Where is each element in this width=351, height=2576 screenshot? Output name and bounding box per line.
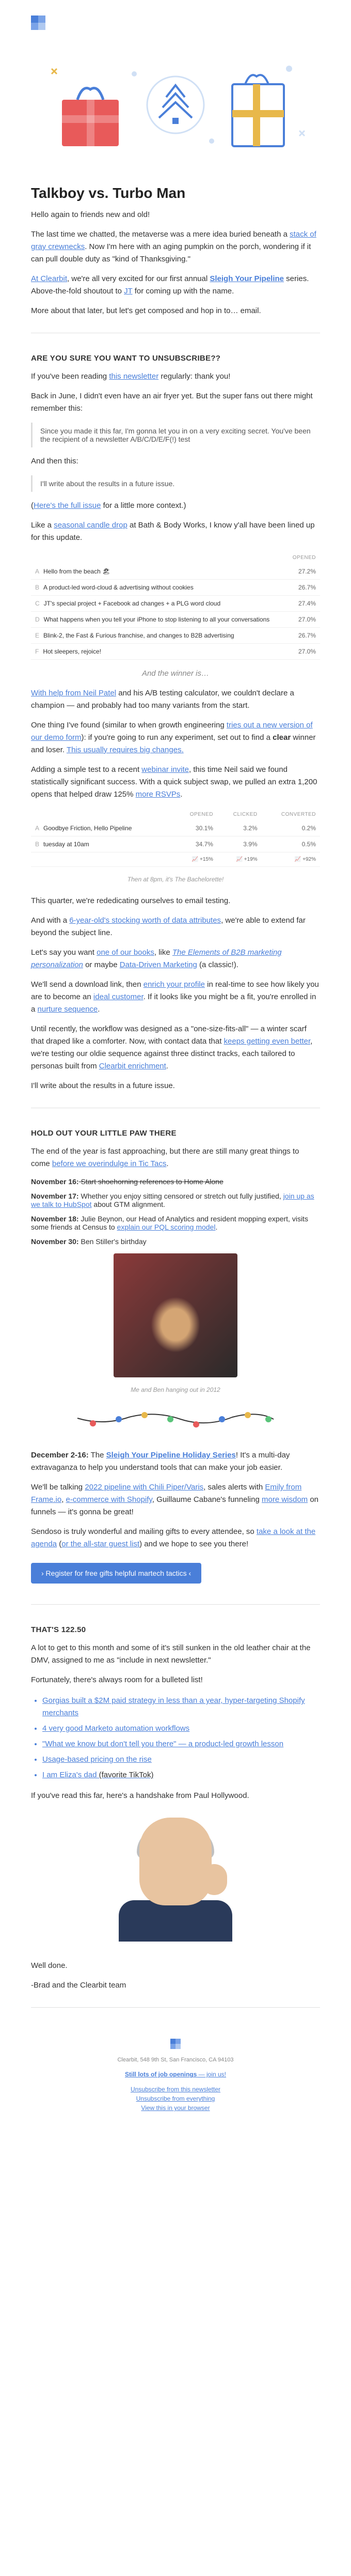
intro-p3: More about that later, but let's get com… (31, 305, 320, 317)
jt-link[interactable]: JT (124, 287, 132, 296)
footer: Clearbit, 548 9th St, San Francisco, CA … (31, 2023, 320, 2129)
newsletter-link[interactable]: this newsletter (109, 372, 158, 381)
list-item: "What we know but don't tell you there" … (42, 1738, 320, 1750)
list-item: 4 very good Marketo automation workflows (42, 1722, 320, 1735)
footer-address: Clearbit, 548 9th St, San Francisco, CA … (31, 2057, 320, 2063)
quote-1: Since you made it this far, I'm gonna le… (31, 423, 320, 447)
hero-illustration (31, 38, 320, 175)
table2-caption: Then at 8pm, it's The Bachelorette! (31, 875, 320, 884)
event-nov16: November 16: Start shoehorning reference… (31, 1177, 320, 1186)
neil-link[interactable]: With help from Neil Patel (31, 689, 116, 697)
intro-p2: At Clearbit, we're all very excited for … (31, 273, 320, 298)
event-nov17: November 17: Whether you enjoy sitting c… (31, 1192, 320, 1208)
divider (31, 1604, 320, 1605)
photo-caption: Me and Ben hanging out in 2012 (31, 1385, 320, 1395)
sleigh-series-link[interactable]: Sleigh Your Pipeline Holiday Series (106, 1451, 236, 1460)
list-item: Usage-based pricing on the rise (42, 1753, 320, 1766)
lights-illustration (31, 1408, 320, 1436)
full-issue-link[interactable]: Here's the full issue (34, 501, 101, 510)
quote-2: I'll write about the results in a future… (31, 475, 320, 492)
winner-text: And the winner is… (31, 668, 320, 680)
paul-photo (108, 1818, 243, 1952)
attrs-link[interactable]: 6-year-old's stocking worth of data attr… (69, 916, 221, 925)
unsub-all-link[interactable]: Unsubscribe from everything (31, 2095, 320, 2102)
results-table-2: OPENEDCLICKEDCONVERTED AGoodbye Friction… (31, 809, 320, 867)
webinar-link[interactable]: webinar invite (141, 765, 189, 774)
event-nov18: November 18: Julie Beynon, our Head of A… (31, 1215, 320, 1231)
event-nov30: November 30: Ben Stiller's birthday (31, 1237, 320, 1246)
section2-heading: HOLD OUT YOUR LITTLE PAW THERE (31, 1129, 320, 1138)
table-row: Btuesday at 10am34.7%3.9%0.5% (31, 836, 320, 852)
greeting: Hello again to friends new and old! (31, 209, 320, 221)
section1-heading: ARE YOU SURE YOU WANT TO UNSUBSCRIBE?? (31, 354, 320, 363)
clearbit-link[interactable]: At Clearbit (31, 274, 67, 283)
logo-mark (31, 2039, 320, 2051)
page-title: Talkboy vs. Turbo Man (31, 185, 320, 201)
candle-link[interactable]: seasonal candle drop (54, 521, 127, 530)
register-button[interactable]: › Register for free gifts helpful martec… (31, 1563, 201, 1584)
list-item: I am Eliza's dad (favorite TikTok) (42, 1769, 320, 1781)
list-item: Gorgias built a $2M paid strategy in les… (42, 1695, 320, 1719)
table-row: AGoodbye Friction, Hello Pipeline30.1%3.… (31, 820, 320, 836)
unsub-newsletter-link[interactable]: Unsubscribe from this newsletter (31, 2086, 320, 2093)
divider (31, 2007, 320, 2008)
intro-p1: The last time we chatted, the metaverse … (31, 228, 320, 266)
table-row: BA product-led word-cloud & advertising … (31, 580, 320, 596)
table-row: AHello from the beach 🏖27.2% (31, 564, 320, 580)
view-browser-link[interactable]: View this in your browser (31, 2104, 320, 2112)
section3-heading: THAT'S 122.50 (31, 1625, 320, 1634)
jobs-link[interactable]: Still lots of job openings — join us! (31, 2071, 320, 2078)
table-row: CJT's special project + Facebook ad chan… (31, 596, 320, 612)
tictacs-link[interactable]: before we overindulge in Tic Tacs (52, 1159, 167, 1168)
logo-mark (31, 10, 320, 38)
rsvps-link[interactable]: more RSVPs (136, 790, 181, 799)
big-changes-link[interactable]: This usually requires big changes. (67, 746, 184, 754)
ben-photo (114, 1253, 237, 1377)
table-row: EBlink-2, the Fast & Furious franchise, … (31, 628, 320, 644)
results-table-1: OPENED AHello from the beach 🏖27.2%BA pr… (31, 552, 320, 660)
table-row: DWhat happens when you tell your iPhone … (31, 612, 320, 628)
sleigh-link[interactable]: Sleigh Your Pipeline (210, 274, 284, 283)
table-row: FHot sleepers, rejoice!27.0% (31, 644, 320, 660)
bullet-list: Gorgias built a $2M paid strategy in les… (31, 1695, 320, 1781)
